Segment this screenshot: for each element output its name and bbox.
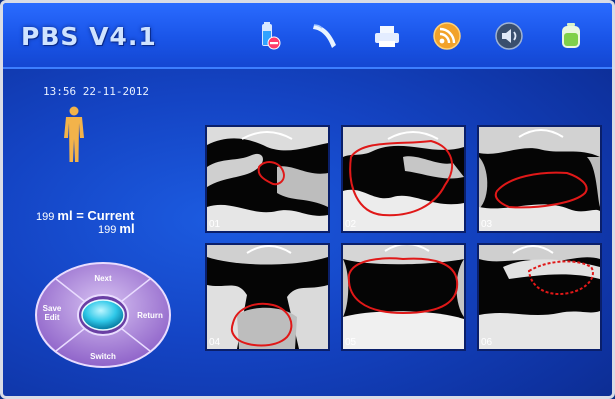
scan-thumbnail-01[interactable]: 01 — [205, 125, 330, 233]
thumbnail-label: 03 — [481, 219, 493, 230]
probe-battery-icon[interactable] — [254, 21, 284, 51]
thumbnail-label: 04 — [209, 337, 221, 348]
thumbnail-label: 05 — [345, 337, 357, 348]
scan-thumbnail-02[interactable]: 02 — [341, 125, 466, 233]
thumbnail-label: 01 — [209, 219, 221, 230]
printer-icon[interactable] — [372, 21, 402, 51]
ultrasound-image-01 — [207, 127, 328, 231]
total-volume-unit: ml — [119, 221, 135, 236]
thumbnail-label: 06 — [481, 337, 493, 348]
scan-thumbnail-06[interactable]: 06 — [477, 243, 602, 351]
current-volume-value: 199 — [36, 211, 55, 223]
thumbnail-label: 02 — [345, 219, 357, 230]
total-volume-line: 199 ml — [98, 221, 135, 236]
center-ok-button[interactable] — [80, 298, 126, 332]
switch-button[interactable]: Switch — [86, 352, 120, 361]
scan-thumbnail-03[interactable]: 03 — [477, 125, 602, 233]
speaker-icon[interactable] — [494, 21, 524, 51]
next-button[interactable]: Next — [90, 274, 116, 283]
date-time: 13:56 22-11-2012 — [43, 85, 149, 98]
control-pad: Next Save Edit Return Switch — [34, 261, 172, 369]
return-button[interactable]: Return — [134, 311, 166, 320]
edit-label: Edit — [44, 313, 60, 322]
save-label: Save — [42, 304, 62, 313]
patient-icon — [64, 106, 84, 162]
ultrasound-image-03 — [479, 127, 600, 231]
rss-icon[interactable] — [432, 21, 462, 51]
ultrasound-screen: PBS V4.1 13:56 22-11-2012 199 ml = Curre… — [0, 0, 615, 399]
scan-thumbnail-05[interactable]: 05 — [341, 243, 466, 351]
scan-thumbnail-04[interactable]: 04 — [205, 243, 330, 351]
ultrasound-image-06 — [479, 245, 600, 349]
battery-icon[interactable] — [556, 21, 586, 51]
save-edit-button[interactable]: Save Edit — [40, 304, 64, 322]
probe-icon[interactable] — [310, 21, 340, 51]
ultrasound-image-04 — [207, 245, 328, 349]
ultrasound-image-02 — [343, 127, 464, 231]
top-bar: PBS V4.1 — [3, 3, 612, 69]
app-title: PBS V4.1 — [21, 22, 157, 51]
ultrasound-image-05 — [343, 245, 464, 349]
total-volume-value: 199 — [98, 224, 117, 236]
